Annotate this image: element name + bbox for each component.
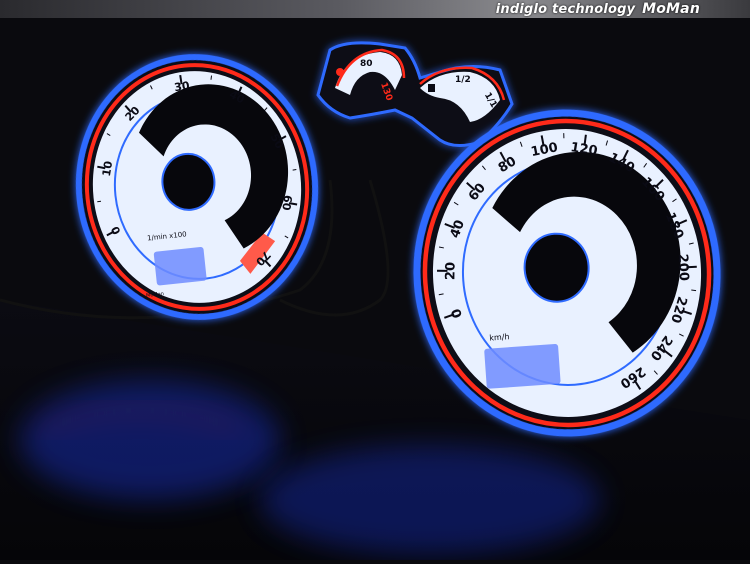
brand-banner: indiglo technology MoMan — [0, 0, 750, 18]
speedometer-reflection — [260, 445, 600, 555]
gauge-tick-mark — [180, 75, 181, 84]
temp-warning-icon — [336, 68, 344, 76]
gauge-tick-mark — [437, 270, 447, 272]
cluster-illustration: 010203040506070 1/min x100 MoMan 80 130 … — [0, 0, 750, 560]
tachometer: 010203040506070 1/min x100 MoMan — [66, 45, 328, 328]
fuel-pump-icon — [428, 84, 435, 92]
tachometer-reflection — [20, 380, 280, 500]
gauge-tick-mark — [564, 133, 565, 138]
instrument-cluster-photo: 010203040506070 1/min x100 MoMan 80 130 … — [0, 0, 750, 560]
fuel-gauge-tick: 1/2 — [455, 75, 471, 85]
temp-gauge-tick: 80 — [360, 59, 373, 69]
auxiliary-gauge-panel: 80 130 1/2 1/1 — [318, 43, 512, 146]
gauge-tick-mark — [293, 170, 297, 171]
gauge-tick-mark — [686, 267, 696, 268]
banner-text: indiglo technology MoMan — [496, 1, 700, 17]
tachometer-display-window — [154, 247, 207, 286]
speedometer-unit-label: km/h — [489, 332, 510, 342]
banner-tagline: indiglo technology — [496, 2, 636, 17]
banner-brand: MoMan — [642, 1, 700, 17]
speedometer-display-window — [484, 344, 561, 389]
